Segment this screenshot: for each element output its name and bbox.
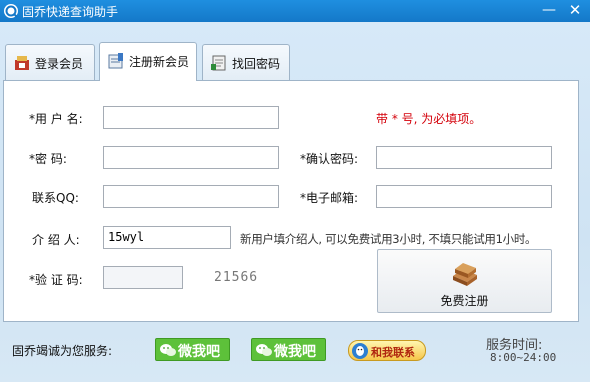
wechat-icon (256, 344, 272, 356)
window-title: 固乔快递查询助手 (22, 5, 119, 19)
email-field[interactable] (376, 185, 552, 208)
required-note: 带 * 号, 为必填项。 (376, 112, 482, 126)
email-label: *电子邮箱: (300, 191, 359, 205)
register-icon (108, 53, 123, 69)
referrer-field[interactable]: 15wyl (103, 226, 231, 249)
confirm-password-field[interactable] (376, 146, 552, 169)
app-logo-icon (4, 4, 18, 18)
register-panel: *用 户 名: 带 * 号, 为必填项。 *密 码: *确认密码: 联系QQ: … (3, 80, 579, 322)
recover-icon (211, 55, 226, 71)
wechat-label-1: 微我吧 (178, 344, 220, 360)
referrer-label: 介 绍 人: (32, 233, 80, 247)
close-button[interactable]: ✕ (566, 2, 584, 20)
captcha-code: 21566 (214, 270, 259, 285)
free-register-button[interactable]: 免费注册 (377, 249, 552, 313)
username-label: *用 户 名: (29, 112, 83, 126)
referrer-note: 新用户填介绍人, 可以免费试用3小时, 不填只能试用1小时。 (240, 232, 537, 246)
qq-contact-icon (352, 343, 368, 359)
service-hours: 8:00~24:00 (490, 351, 557, 364)
wechat-label-2: 微我吧 (274, 344, 316, 360)
wechat-icon (160, 344, 176, 356)
captcha-label: *验 证 码: (29, 273, 83, 287)
tab-register[interactable]: 注册新会员 (99, 42, 197, 81)
qq-field[interactable] (103, 185, 279, 208)
qq-label: 联系QQ: (32, 191, 79, 205)
password-label: *密 码: (29, 152, 67, 166)
tab-recover-label: 找回密码 (232, 57, 281, 71)
tab-login[interactable]: 登录会员 (5, 44, 95, 80)
login-icon (15, 56, 29, 70)
wechat-button-1[interactable]: 微我吧 (155, 338, 230, 361)
password-field[interactable] (103, 146, 279, 169)
wechat-button-2[interactable]: 微我吧 (251, 338, 326, 361)
confirm-password-label: *确认密码: (300, 152, 359, 166)
contact-me-button[interactable]: 和我联系 (348, 340, 426, 361)
tab-login-label: 登录会员 (35, 57, 84, 71)
minimize-button[interactable]: — (540, 2, 558, 20)
contact-me-label: 和我联系 (371, 346, 415, 359)
service-label: 固乔竭诚为您服务: (12, 344, 113, 358)
tab-register-label: 注册新会员 (129, 55, 190, 69)
title-bar: 固乔快递查询助手 — ✕ (0, 0, 590, 22)
captcha-field[interactable] (103, 266, 183, 289)
tab-recover-password[interactable]: 找回密码 (202, 44, 290, 80)
free-register-label: 免费注册 (440, 294, 489, 308)
username-field[interactable] (103, 106, 279, 129)
books-icon (453, 263, 477, 286)
